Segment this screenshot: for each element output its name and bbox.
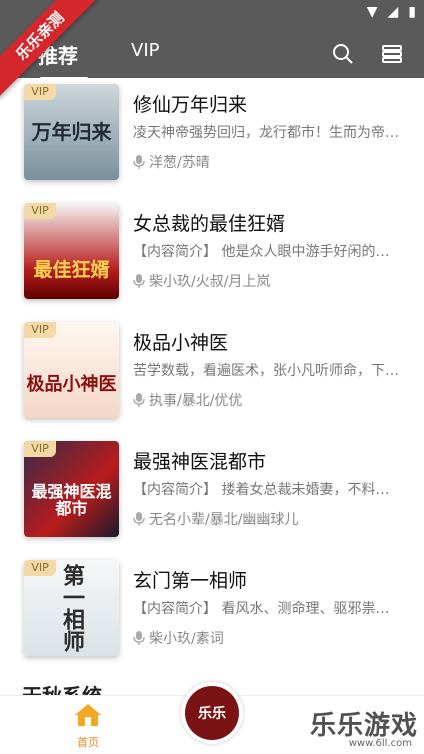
book-title: 修仙万年归来 [133, 94, 248, 116]
tab-active-indicator [40, 77, 88, 80]
author-names: 柴小玖/火叔/月上岚 [149, 274, 271, 290]
tab-vip[interactable]: VIP [131, 40, 159, 61]
book-item[interactable]: 万年归来 VIP 修仙万年归来 凌天神帝强势回归，龙行都市！生而为帝… 洋葱/苏… [0, 82, 424, 200]
book-cover: 万年归来 VIP [24, 84, 119, 180]
book-desc: 【内容简介】 搂着女总裁未婚妻，不料闺… [133, 482, 403, 498]
mic-icon [133, 512, 145, 526]
book-title: 女总裁的最佳狂婿 [133, 213, 286, 235]
vip-badge: VIP [24, 203, 56, 219]
vip-badge: VIP [24, 560, 56, 576]
status-icons: ▼ ◢ ▮ [367, 4, 416, 20]
book-author: 无名小辈/暴北/幽幽球儿 [133, 509, 298, 529]
book-cover: 最佳狂婿 VIP [24, 203, 119, 299]
book-cover: 极品小神医 VIP [24, 322, 119, 418]
book-cover: 第一相师 VIP [24, 560, 119, 656]
bookshelf-icon[interactable] [380, 42, 404, 66]
book-author: 柴小玖/火叔/月上岚 [133, 271, 270, 291]
book-title: 最强神医混都市 [133, 451, 267, 473]
book-title: 玄门第一相师 [133, 570, 248, 592]
vip-badge: VIP [24, 322, 56, 338]
battery-icon: ▮ [408, 4, 416, 20]
nav-home[interactable]: 首页 [62, 702, 114, 750]
wifi-icon: ▼ [366, 4, 378, 20]
search-icon[interactable] [331, 42, 355, 66]
book-desc: 凌天神帝强势回归，龙行都市！生而为帝… [133, 125, 399, 141]
book-title: 极品小神医 [133, 332, 229, 354]
nav-home-label: 首页 [77, 736, 99, 749]
mic-icon [133, 631, 145, 645]
mic-icon [133, 393, 145, 407]
book-item[interactable]: 最佳狂婿 VIP 女总裁的最佳狂婿 【内容简介】 他是众人眼中游手好闲的小… 柴… [0, 201, 424, 319]
top-header: 推荐 VIP [0, 28, 424, 80]
center-button-label: 乐乐 [185, 686, 239, 740]
book-item[interactable]: 第一相师 VIP 玄门第一相师 【内容简介】 看风水、测命理、驱邪祟、… 柴小玖… [0, 558, 424, 676]
author-names: 洋葱/苏晴 [149, 155, 210, 171]
book-author: 执事/暴北/优优 [133, 390, 242, 410]
center-action-button[interactable]: 乐乐 [181, 682, 243, 744]
author-names: 柴小玖/素词 [149, 631, 224, 647]
mic-icon [133, 274, 145, 288]
watermark: 乐乐游戏 [309, 711, 418, 741]
vip-badge: VIP [24, 441, 56, 457]
book-desc: 【内容简介】 他是众人眼中游手好闲的小… [133, 244, 403, 260]
book-desc: 【内容简介】 看风水、测命理、驱邪祟、… [133, 601, 403, 617]
watermark-url: www.6ll.com [348, 738, 412, 749]
book-desc: 苦学数载，看遍医术，张小凡听师命，下… [133, 363, 399, 379]
vip-badge: VIP [24, 84, 56, 100]
book-item[interactable]: 极品小神医 VIP 极品小神医 苦学数载，看遍医术，张小凡听师命，下… 执事/暴… [0, 320, 424, 438]
author-names: 执事/暴北/优优 [149, 393, 243, 409]
mic-icon [133, 155, 145, 169]
book-cover: 最强神医混都市 VIP [24, 441, 119, 537]
author-names: 无名小辈/暴北/幽幽球儿 [149, 512, 299, 528]
signal-icon: ◢ [387, 4, 399, 20]
book-author: 柴小玖/素词 [133, 628, 224, 648]
book-author: 洋葱/苏晴 [133, 152, 210, 172]
book-item[interactable]: 最强神医混都市 VIP 最强神医混都市 【内容简介】 搂着女总裁未婚妻，不料闺…… [0, 439, 424, 557]
home-icon [75, 704, 101, 726]
